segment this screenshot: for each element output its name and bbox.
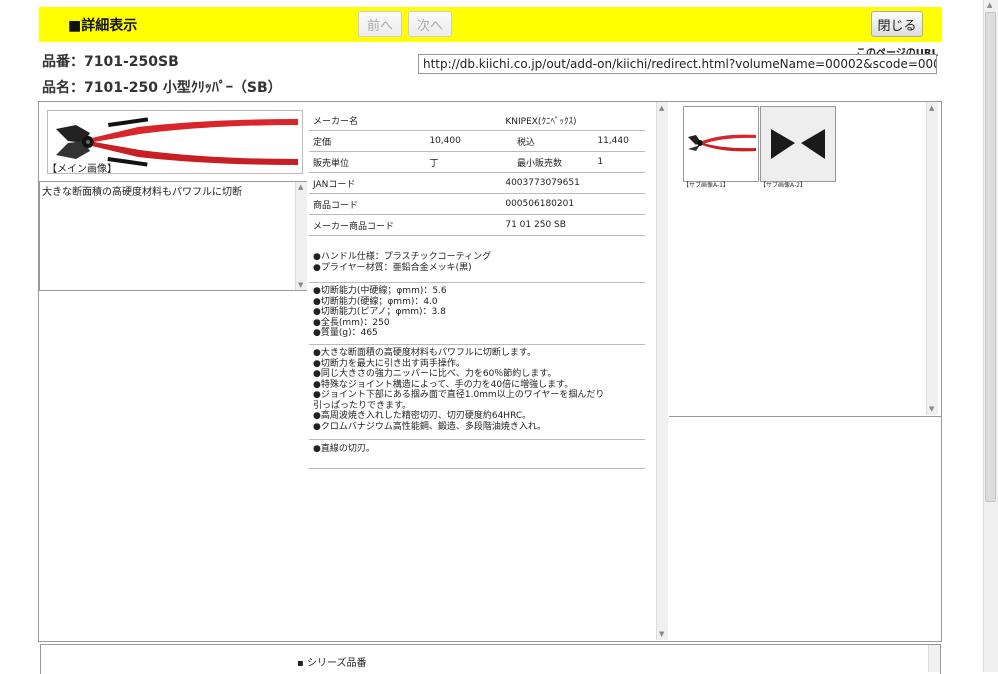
blade-closeup-icon [761,107,835,181]
spec-line: ●切断能力(ピアノ；φmm)：3.8 [313,307,446,317]
spec-line: ●質量(g)：465 [313,328,378,338]
tax-label: 税込 [476,130,594,152]
spec-line: ●ハンドル仕様：プラスチックコーティング [313,252,492,262]
jan-value: 4003773079651 [425,172,645,194]
part-number: 品番：7101-250SB [42,54,179,70]
scroll-up-icon[interactable]: ▲ [298,183,303,191]
unit-label: 販売単位 [309,151,426,173]
maker-label: メーカー名 [309,110,426,131]
spec-line: ●切断力を最大に引き出す両手操作。 [313,358,465,369]
product-code-value: 000506180201 [425,193,645,215]
spec-line: ●プライヤー材質：亜鉛合金メッキ(黒) [313,262,472,273]
list-price-value: 10,400 [425,130,477,152]
spec-block-features: ●大きな断面積の高硬度材料もパワフルに切断します。 ●切断力を最大に引き出す両手… [309,345,645,440]
scroll-up-icon[interactable]: ▲ [659,104,664,112]
jan-label: JANコード [309,172,426,194]
scroll-down-icon[interactable]: ▼ [298,281,303,289]
close-button[interactable]: 閉じる [871,11,923,37]
spec-line: ●高周波焼き入れした精密切刃、切刃硬度約64HRC。 [313,411,532,421]
maker-value: KNIPEX(ｸﾆﾍﾟｯｸｽ) [425,110,645,131]
spec-line: ●クロムバナジウム高性能鋼、鍛造、多段階油焼き入れ。 [313,421,546,432]
tax-value: 11,440 [593,130,645,152]
table-row: メーカー商品コード 71 01 250 SB [309,214,645,236]
spec-block-handle: ●ハンドル仕様：プラスチックコーティング ●プライヤー材質：亜鉛合金メッキ(黒) [309,249,645,283]
cutter-thumbnail-icon [688,134,756,152]
min-qty-label: 最小販売数 [476,151,594,173]
scroll-down-icon[interactable]: ▼ [929,405,934,413]
table-row: 販売単位 丁 最小販売数 1 [309,151,645,173]
spec-block-capacity: ●切断能力(中硬線；φmm)：5.6 ●切断能力(硬線；φmm)：4.0 ●切断… [309,283,645,345]
scroll-up-icon[interactable]: ▲ [987,1,992,9]
scroll-up-icon[interactable]: ▲ [929,104,934,112]
description-text: 大きな断面積の高硬度材料もパワフルに切断 [42,187,242,198]
series-panel [40,644,941,674]
spec-line: 引っぱったりできます。 [313,400,412,411]
spec-line: ●直線の切刃。 [313,444,375,454]
unit-value: 丁 [425,151,477,173]
description-scrollbar[interactable]: ▲ ▼ [295,182,307,290]
spec-line: ●ジョイント下部にある掴み面で直径1.0mm以上のワイヤーを掴んだり [313,390,605,400]
spec-line: ●切断能力(中硬線；φmm)：5.6 [313,286,447,296]
product-info-table: メーカー名 KNIPEX(ｸﾆﾍﾟｯｸｽ) 定価 10,400 税込 11,44… [309,110,645,236]
table-row: 定価 10,400 税込 11,440 [309,130,645,152]
spec-block-blade: ●直線の切刃。 [309,441,645,469]
product-name: 品名：7101-250 小型ｸﾘｯﾊﾟｰ（SB） [42,80,282,96]
spec-line: ●大きな断面積の高硬度材料もパワフルに切断します。 [313,348,536,358]
series-scrollbar[interactable] [928,645,940,672]
scroll-down-icon[interactable]: ▼ [659,630,664,638]
min-qty-value: 1 [593,151,645,173]
table-row: JANコード 4003773079651 [309,172,645,194]
page-scrollbar-thumb[interactable] [985,12,996,502]
next-button[interactable]: 次へ [408,11,452,37]
list-price-label: 定価 [309,130,426,152]
info-scrollbar[interactable]: ▲ ▼ [656,102,668,640]
sub-image-2[interactable] [760,106,836,182]
sub-image-scrollbar[interactable]: ▲ ▼ [926,102,938,415]
toolbar: ■詳細表示 [39,7,942,42]
table-row: 商品コード 000506180201 [309,193,645,215]
maker-code-label: メーカー商品コード [309,214,426,236]
series-label: ▪ シリーズ品番 [297,658,367,669]
spec-line: ●同じ大きさの強力ニッパーに比べ、力を60％節約します。 [313,369,557,379]
spec-line: ●全長(mm)：250 [313,317,390,328]
prev-button[interactable]: 前へ [358,11,402,37]
product-code-label: 商品コード [309,193,426,215]
sub-image-1[interactable] [683,106,759,182]
maker-code-value: 71 01 250 SB [425,214,645,236]
main-image-caption: 【メイン画像】 [47,164,117,175]
spec-line: ●特殊なジョイント構造によって、手の力を40倍に増強します。 [313,379,574,390]
sub-image-1-caption: 【サブ画像A-1】 [683,182,729,189]
description-textarea[interactable]: 大きな断面積の高硬度材料もパワフルに切断 [39,181,307,291]
sub-image-2-caption: 【サブ画像A-2】 [760,182,806,189]
url-field[interactable]: http://db.kiichi.co.jp/out/add-on/kiichi… [418,54,937,74]
spec-line: ●切断能力(硬線；φmm)：4.0 [313,296,438,307]
page-title: ■詳細表示 [68,18,138,34]
table-row: メーカー名 KNIPEX(ｸﾆﾍﾟｯｸｽ) [309,110,645,131]
